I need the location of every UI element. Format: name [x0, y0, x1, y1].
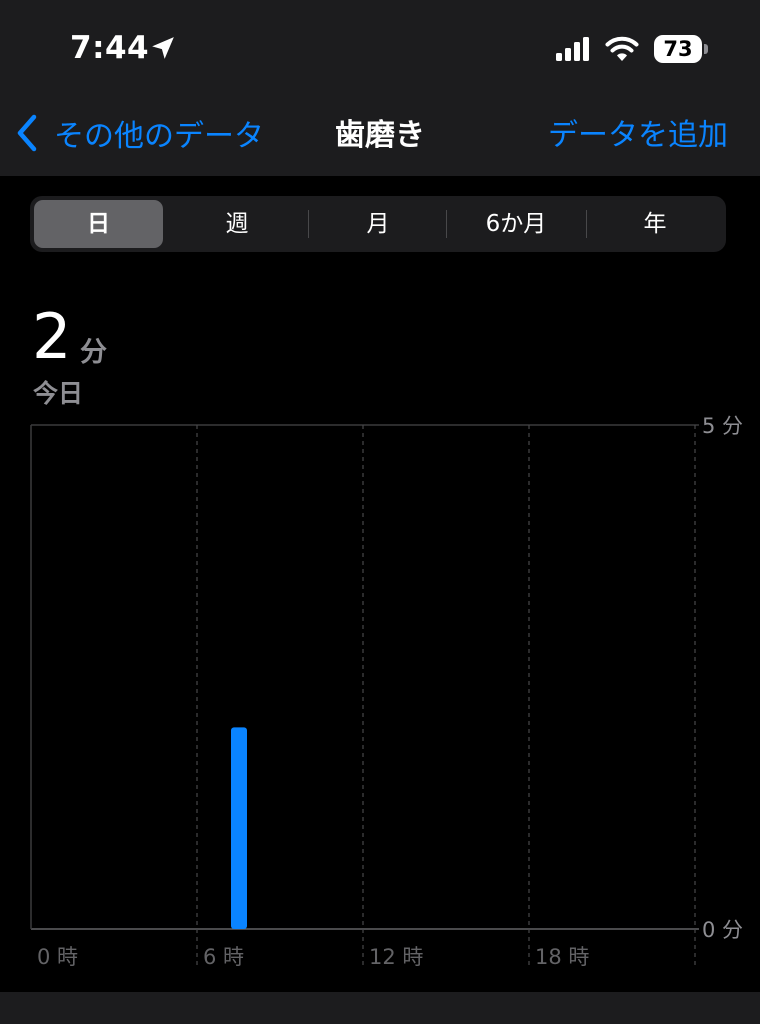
segment-month[interactable]: 月 [310, 200, 446, 248]
bottom-bar [0, 992, 760, 1024]
page-title: 歯磨き [335, 118, 425, 153]
back-button[interactable]: その他のデータ [14, 108, 264, 158]
segment-six-months[interactable]: 6か月 [448, 200, 584, 248]
summary-unit: 分 [80, 337, 107, 368]
daily-chart[interactable]: 5 分 0 分 0 時 6 時 12 時 18 時 [0, 410, 760, 985]
chevron-left-icon [17, 114, 37, 152]
back-button-label: その他のデータ [54, 119, 264, 154]
x-tick-label: 0 時 [37, 945, 78, 969]
segment-divider [586, 210, 587, 238]
segment-day[interactable]: 日 [34, 200, 163, 248]
status-time: 7:44 [70, 30, 150, 66]
location-arrow-icon [152, 37, 174, 59]
summary-value: 2 [32, 300, 72, 373]
segment-year[interactable]: 年 [588, 200, 722, 248]
segment-divider [446, 210, 447, 238]
y-tick-label: 0 分 [702, 918, 743, 942]
chart-canvas: 5 分 0 分 0 時 6 時 12 時 18 時 [30, 414, 743, 969]
segment-week[interactable]: 週 [169, 200, 305, 248]
battery-cap [704, 44, 708, 54]
cellular-signal-icon [556, 37, 589, 61]
battery-indicator: 73 [654, 35, 702, 63]
wifi-icon [605, 36, 639, 61]
add-data-button[interactable]: データを追加 [548, 110, 728, 154]
y-tick-label: 5 分 [702, 414, 743, 438]
health-detail-screen: 7:44 73 その他のデータ 歯磨き データを追加 日 週 月 6か月 年 2 [0, 0, 760, 1024]
segment-divider [308, 210, 309, 238]
battery-level: 73 [663, 37, 693, 61]
x-tick-label: 12 時 [369, 945, 423, 969]
time-range-segmented-control: 日 週 月 6か月 年 [30, 196, 726, 252]
summary-date-label: 今日 [33, 379, 84, 408]
x-tick-label: 18 時 [535, 945, 589, 969]
data-bar [231, 727, 247, 929]
x-tick-label: 6 時 [203, 945, 244, 969]
